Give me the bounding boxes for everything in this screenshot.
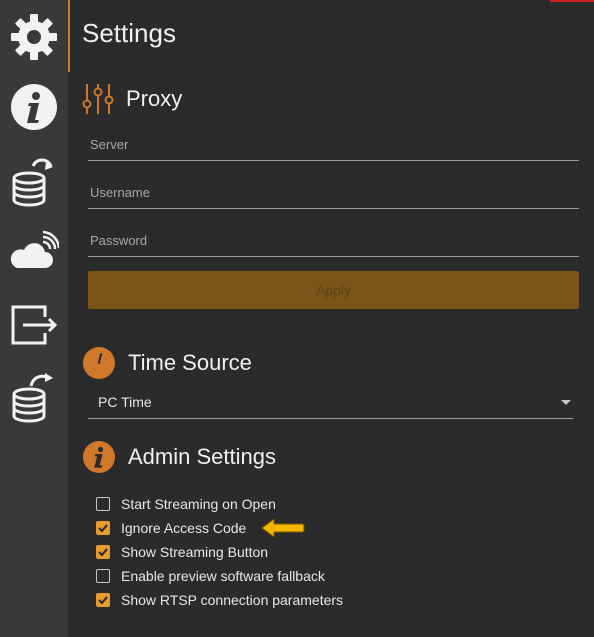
option-show-rtsp[interactable]: Show RTSP connection parameters: [96, 592, 343, 608]
option-preview-fallback[interactable]: Enable preview software fallback: [96, 568, 325, 584]
proxy-section-header: Proxy: [82, 82, 182, 116]
sliders-icon: [82, 84, 114, 114]
page-title: Settings: [82, 18, 176, 48]
server-field[interactable]: [88, 128, 579, 161]
database-export-icon: [12, 373, 53, 423]
apply-button[interactable]: Apply: [88, 271, 579, 309]
time-source-title: Time Source: [128, 350, 252, 375]
info-icon: [11, 84, 57, 130]
time-source-select[interactable]: PC Time: [88, 386, 573, 419]
database-import-icon: [12, 158, 53, 207]
option-label: Ignore Access Code: [121, 520, 247, 536]
clock-icon: [83, 347, 115, 379]
checkbox[interactable]: [96, 497, 110, 511]
gear-icon: [11, 14, 57, 60]
sidebar-item-database-import[interactable]: [0, 146, 68, 216]
password-input[interactable]: [88, 224, 579, 256]
checkmark-icon: [98, 596, 108, 605]
sidebar-item-cloud[interactable]: [0, 218, 68, 288]
arrow-left-icon: [261, 518, 305, 538]
checkbox[interactable]: [96, 593, 110, 607]
option-label: Show RTSP connection parameters: [121, 592, 344, 608]
sidebar-item-database-export[interactable]: [0, 362, 68, 432]
option-start-streaming[interactable]: Start Streaming on Open: [96, 496, 276, 512]
sidebar-item-settings[interactable]: [0, 2, 68, 72]
settings-panel: Settings Proxy Apply Ti: [70, 0, 594, 637]
checkbox[interactable]: [96, 521, 110, 535]
sidebar-item-info[interactable]: [0, 72, 68, 142]
chevron-down-icon: [561, 399, 571, 405]
server-input[interactable]: [88, 128, 579, 160]
password-field[interactable]: [88, 224, 579, 257]
sidebar-item-export[interactable]: [0, 290, 68, 360]
option-show-streaming-button[interactable]: Show Streaming Button: [96, 544, 268, 560]
export-icon: [11, 305, 58, 345]
checkbox[interactable]: [96, 545, 110, 559]
option-label: Enable preview software fallback: [121, 568, 325, 584]
option-label: Show Streaming Button: [121, 544, 269, 560]
cloud-signal-icon: [10, 230, 59, 268]
option-ignore-access-code[interactable]: Ignore Access Code: [96, 520, 246, 536]
option-label: Start Streaming on Open: [121, 496, 276, 512]
username-input[interactable]: [88, 176, 579, 208]
username-field[interactable]: [88, 176, 579, 209]
checkbox[interactable]: [96, 569, 110, 583]
sidebar: [0, 0, 68, 637]
admin-section-header: Admin Settings: [82, 440, 276, 474]
checkmark-icon: [98, 548, 108, 557]
info-icon: [83, 441, 115, 473]
time-source-section-header: Time Source: [82, 346, 252, 380]
proxy-title: Proxy: [126, 86, 183, 111]
checkmark-icon: [98, 524, 108, 533]
admin-title: Admin Settings: [128, 444, 276, 469]
time-source-value: PC Time: [98, 394, 152, 410]
